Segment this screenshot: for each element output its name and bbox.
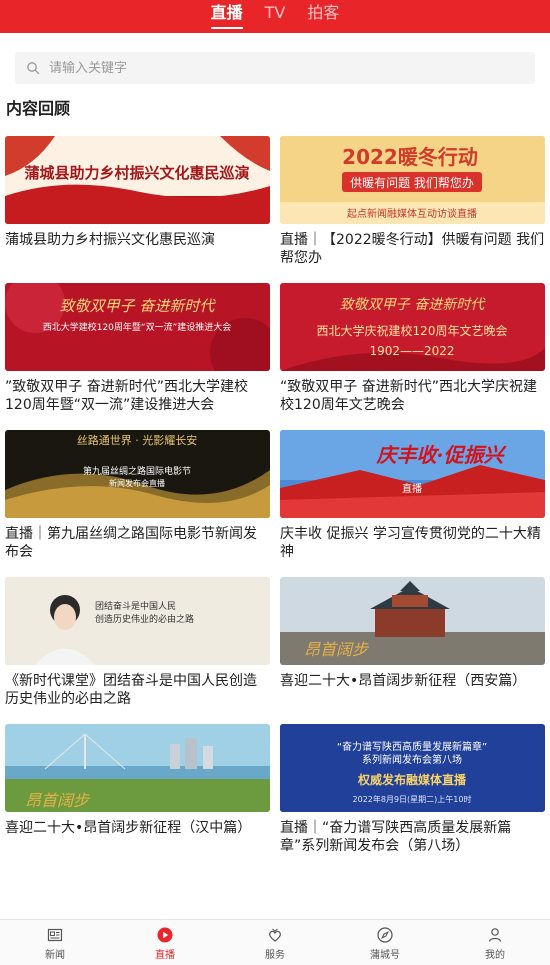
- nav-label: 服务: [265, 950, 285, 961]
- video-caption[interactable]: ”致敬双甲子 奋进新时代”西北大学建校120周年暨“双一流”建设推进大会: [5, 378, 270, 418]
- video-caption[interactable]: 庆丰收 促振兴 学习宣传贯彻党的二十大精神: [280, 525, 545, 565]
- user-icon: [486, 926, 504, 944]
- nav-label: 新闻: [45, 950, 65, 961]
- video-card[interactable]: 2022暖冬行动 供暖有问题 我们帮您办 起点新闻融媒体互动访谈直播 直播｜【2…: [280, 136, 545, 283]
- video-caption[interactable]: 直播｜“奋力谱写陕西高质量发展新篇章”系列新闻发布会（第八场）: [280, 819, 545, 859]
- nav-item-news[interactable]: 新闻: [0, 920, 110, 965]
- thumb-subtitle: 西北大学建校120周年暨“双一流”建设推进大会: [43, 321, 232, 333]
- video-thumbnail[interactable]: “奋力谱写陕西高质量发展新篇章” 系列新闻发布会第八场 权威发布融媒体直播 20…: [280, 724, 545, 812]
- nav-item-pucheng[interactable]: 蒲城号: [330, 920, 440, 965]
- thumb-subtitle: 供暖有问题 我们帮您办: [350, 175, 474, 190]
- thumb-title: 昂首阔步: [25, 791, 91, 810]
- nav-label: 蒲城号: [370, 950, 400, 961]
- video-caption[interactable]: 《新时代课堂》团结奋斗是中国人民创造历史伟业的必由之路: [5, 672, 270, 712]
- thumb-subtitle: 西北大学庆祝建校120周年文艺晚会: [317, 323, 508, 338]
- thumb-title: 致敬双甲子 奋进新时代: [340, 297, 486, 313]
- video-card[interactable]: 丝路通世界 · 光影耀长安 第九届丝绸之路国际电影节 新闻发布会直播 直播｜第九…: [5, 430, 270, 577]
- nav-label: 直播: [155, 950, 175, 961]
- video-thumbnail[interactable]: 蒲城县助力乡村振兴文化惠民巡演: [5, 136, 270, 224]
- nav-item-mine[interactable]: 我的: [440, 920, 550, 965]
- search-bar[interactable]: [15, 52, 535, 84]
- thumb-years: 1902——2022: [369, 344, 454, 358]
- video-thumbnail[interactable]: 致敬双甲子 奋进新时代 西北大学庆祝建校120周年文艺晚会 1902——2022: [280, 283, 545, 371]
- thumb-title: 2022暖冬行动: [342, 145, 478, 169]
- thumb-title: 致敬双甲子 奋进新时代: [60, 297, 217, 315]
- video-caption[interactable]: “致敬双甲子 奋进新时代”西北大学庆祝建校120周年文艺晚会: [280, 378, 545, 418]
- video-thumbnail[interactable]: 团结奋斗是中国人民 创造历史伟业的必由之路: [5, 577, 270, 665]
- thumb-subtitle: 系列新闻发布会第八场: [362, 753, 462, 766]
- nav-item-service[interactable]: 服务: [220, 920, 330, 965]
- video-card[interactable]: 蒲城县助力乡村振兴文化惠民巡演 蒲城县助力乡村振兴文化惠民巡演: [5, 136, 270, 283]
- video-card[interactable]: 致敬双甲子 奋进新时代 西北大学庆祝建校120周年文艺晚会 1902——2022…: [280, 283, 545, 430]
- video-thumbnail[interactable]: 2022暖冬行动 供暖有问题 我们帮您办 起点新闻融媒体互动访谈直播: [280, 136, 545, 224]
- thumb-note: 权威发布融媒体直播: [357, 772, 467, 787]
- thumb-title: 丝路通世界 · 光影耀长安: [77, 433, 198, 447]
- video-caption[interactable]: 直播｜第九届丝绸之路国际电影节新闻发布会: [5, 525, 270, 565]
- tab-tv[interactable]: TV: [265, 3, 286, 29]
- news-icon: [46, 926, 64, 944]
- thumb-date: 2022年8月9日(星期二)上午10时: [353, 794, 472, 804]
- thumb-subtitle: 直播: [402, 482, 422, 495]
- thumb-note: 新闻发布会直播: [109, 478, 165, 488]
- video-thumbnail[interactable]: 昂首阔步: [280, 577, 545, 665]
- thumb-title: 庆丰收·促振兴: [376, 443, 508, 467]
- video-card[interactable]: 致敬双甲子 奋进新时代 西北大学建校120周年暨“双一流”建设推进大会 ”致敬双…: [5, 283, 270, 430]
- video-card[interactable]: 庆丰收·促振兴 直播 庆丰收 促振兴 学习宣传贯彻党的二十大精神: [280, 430, 545, 577]
- thumb-subtitle: 创造历史伟业的必由之路: [95, 613, 194, 625]
- tab-paike[interactable]: 拍客: [307, 3, 339, 29]
- search-icon: [26, 61, 40, 75]
- thumb-subtitle: 第九届丝绸之路国际电影节: [83, 465, 191, 477]
- thumb-title: 昂首阔步: [304, 640, 370, 659]
- thumb-title: 蒲城县助力乡村振兴文化惠民巡演: [24, 164, 249, 182]
- play-icon: [156, 926, 174, 944]
- video-card[interactable]: “奋力谱写陕西高质量发展新篇章” 系列新闻发布会第八场 权威发布融媒体直播 20…: [280, 724, 545, 871]
- top-tabs: 直播 TV 拍客: [0, 0, 550, 33]
- video-thumbnail[interactable]: 庆丰收·促振兴 直播: [280, 430, 545, 518]
- thumb-title: “奋力谱写陕西高质量发展新篇章”: [337, 740, 487, 753]
- video-card[interactable]: 昂首阔步 喜迎二十大•昂首阔步新征程（西安篇）: [280, 577, 545, 724]
- nav-label: 我的: [485, 950, 505, 961]
- thumb-note: 起点新闻融媒体互动访谈直播: [347, 207, 477, 220]
- nav-item-live[interactable]: 直播: [110, 920, 220, 965]
- video-caption[interactable]: 蒲城县助力乡村振兴文化惠民巡演: [5, 231, 270, 271]
- video-caption[interactable]: 直播｜【2022暖冬行动】供暖有问题 我们帮您办: [280, 231, 545, 271]
- content-grid: 蒲城县助力乡村振兴文化惠民巡演 蒲城县助力乡村振兴文化惠民巡演 2022暖冬行动…: [5, 136, 545, 871]
- video-caption[interactable]: 喜迎二十大•昂首阔步新征程（汉中篇）: [5, 819, 270, 859]
- video-caption[interactable]: 喜迎二十大•昂首阔步新征程（西安篇）: [280, 672, 545, 712]
- video-card[interactable]: 昂首阔步 喜迎二十大•昂首阔步新征程（汉中篇）: [5, 724, 270, 871]
- video-thumbnail[interactable]: 丝路通世界 · 光影耀长安 第九届丝绸之路国际电影节 新闻发布会直播: [5, 430, 270, 518]
- service-icon: [266, 926, 284, 944]
- compass-icon: [376, 926, 394, 944]
- video-thumbnail[interactable]: 昂首阔步: [5, 724, 270, 812]
- video-thumbnail[interactable]: 致敬双甲子 奋进新时代 西北大学建校120周年暨“双一流”建设推进大会: [5, 283, 270, 371]
- search-input[interactable]: [49, 60, 519, 76]
- bottom-nav: 新闻 直播 服务 蒲城号 我的: [0, 919, 550, 965]
- section-title: 内容回顾: [6, 99, 71, 118]
- thumb-title: 团结奋斗是中国人民: [95, 600, 176, 612]
- video-card[interactable]: 团结奋斗是中国人民 创造历史伟业的必由之路 《新时代课堂》团结奋斗是中国人民创造…: [5, 577, 270, 724]
- tab-live[interactable]: 直播: [210, 3, 243, 29]
